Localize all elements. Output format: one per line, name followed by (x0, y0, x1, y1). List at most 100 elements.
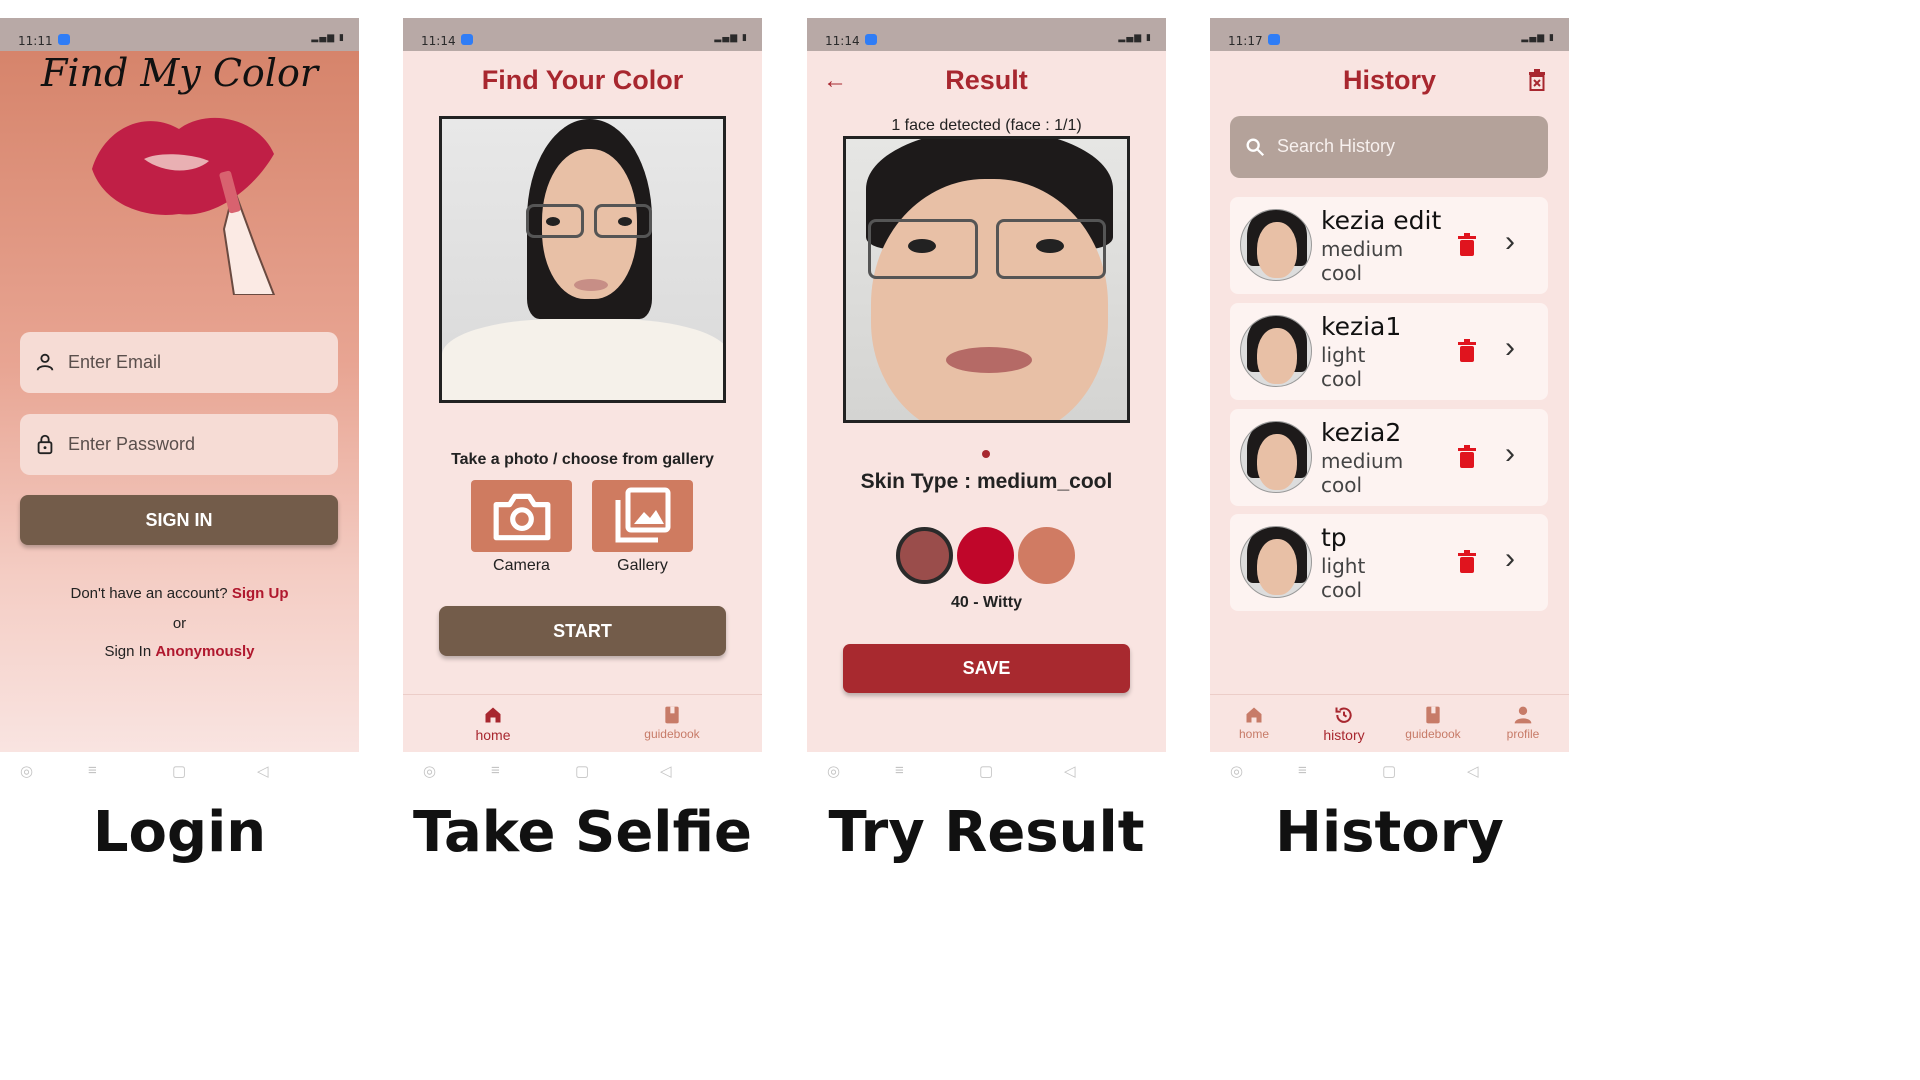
history-item-undertone: cool (1321, 367, 1363, 391)
camera-label: Camera (493, 557, 550, 574)
search-input[interactable]: Search History (1230, 116, 1548, 178)
avatar (1240, 421, 1312, 493)
home-square-icon[interactable]: ▢ (575, 762, 589, 780)
camera-button[interactable] (471, 480, 572, 552)
email-field[interactable]: Enter Email (20, 332, 338, 393)
status-time: 11:17 (1228, 34, 1263, 48)
page-title: History (1342, 65, 1437, 95)
chevron-right-icon[interactable]: › (1505, 437, 1515, 471)
result-photo (843, 136, 1130, 423)
nav-guidebook[interactable]: guidebook (641, 705, 703, 741)
start-button[interactable]: START (439, 606, 726, 656)
swatch-selected[interactable] (896, 527, 953, 584)
gallery-icon (615, 487, 671, 543)
nav-history-label: history (1323, 727, 1365, 743)
face-count-label: 1 face detected (face : 1/1) (891, 117, 1082, 134)
back-triangle-icon[interactable]: ◁ (1467, 762, 1479, 780)
assist-icon[interactable]: ◎ (1230, 762, 1243, 780)
home-square-icon[interactable]: ▢ (1382, 762, 1396, 780)
nav-profile[interactable]: profile (1500, 705, 1546, 741)
caption-selfie: Take Selfie (413, 800, 752, 865)
signal-icon: ▂▄▆ ▮ (1521, 33, 1555, 43)
page-title: Result (945, 65, 1028, 95)
search-placeholder: Search History (1277, 136, 1396, 156)
status-time: 11:14 (825, 34, 860, 48)
signal-icon: ▂▄▆ ▮ (714, 33, 748, 43)
nav-home[interactable]: home (1230, 705, 1278, 741)
clear-history-icon[interactable] (1527, 69, 1547, 91)
book-icon (1426, 706, 1440, 724)
password-field[interactable]: Enter Password (20, 414, 338, 475)
swatch[interactable] (1018, 527, 1075, 584)
login-screen: 11:11 ▂▄▆ ▮ Find My Color Enter Email En… (0, 18, 359, 752)
nav-home-label: home (1238, 727, 1270, 741)
nav-history[interactable]: history (1318, 705, 1370, 743)
history-item-name: kezia edit (1321, 206, 1442, 235)
signup-link[interactable]: Sign Up (232, 585, 289, 602)
system-nav-bar: ◎ ≡ ▢ ◁ (807, 758, 1166, 788)
swatch[interactable] (957, 527, 1014, 584)
save-button[interactable]: SAVE (843, 644, 1130, 693)
nav-home-label: home (475, 727, 511, 743)
history-item-undertone: cool (1321, 261, 1363, 285)
app-title: Find My Color (40, 51, 318, 95)
chevron-right-icon[interactable]: › (1505, 225, 1515, 259)
anonymous-link[interactable]: Anonymously (155, 643, 254, 660)
home-square-icon[interactable]: ▢ (172, 762, 186, 780)
menu-icon[interactable]: ≡ (491, 762, 500, 779)
nav-profile-label: profile (1506, 727, 1540, 741)
history-item-undertone: cool (1321, 473, 1363, 497)
home-square-icon[interactable]: ▢ (979, 762, 993, 780)
menu-icon[interactable]: ≡ (88, 762, 97, 779)
signin-prefix: Sign In (104, 643, 152, 660)
home-icon (485, 707, 501, 723)
selfie-screen: 11:14 ▂▄▆ ▮ Find Your Color Take a photo… (403, 18, 762, 752)
history-item[interactable]: kezia edit medium cool › (1230, 197, 1548, 294)
nav-home[interactable]: home (471, 705, 515, 743)
back-triangle-icon[interactable]: ◁ (1064, 762, 1076, 780)
menu-icon[interactable]: ≡ (895, 762, 904, 779)
gallery-button[interactable] (592, 480, 693, 552)
assist-icon[interactable]: ◎ (423, 762, 436, 780)
history-screen: 11:17 ▂▄▆ ▮ History Search History kezia… (1210, 18, 1569, 752)
delete-icon[interactable] (1457, 445, 1477, 469)
chevron-right-icon[interactable]: › (1505, 542, 1515, 576)
history-item-name: tp (1321, 523, 1347, 552)
back-triangle-icon[interactable]: ◁ (660, 762, 672, 780)
assist-icon[interactable]: ◎ (20, 762, 33, 780)
delete-icon[interactable] (1457, 339, 1477, 363)
signal-icon: ▂▄▆ ▮ (311, 33, 345, 43)
status-time: 11:14 (421, 34, 456, 48)
anonymous-prompt: Sign In Anonymously (0, 643, 359, 660)
delete-icon[interactable] (1457, 233, 1477, 257)
system-nav-bar: ◎ ≡ ▢ ◁ (0, 758, 359, 788)
history-item-tone: light (1321, 554, 1366, 578)
history-item[interactable]: kezia1 light cool › (1230, 303, 1548, 400)
notification-icon (58, 34, 70, 45)
lips-logo-icon (92, 117, 276, 295)
camera-icon (493, 493, 551, 541)
system-nav-bar: ◎ ≡ ▢ ◁ (1210, 758, 1569, 788)
history-icon (1335, 707, 1352, 723)
avatar (1240, 209, 1312, 281)
nav-guidebook[interactable]: guidebook (1402, 705, 1464, 741)
chevron-right-icon[interactable]: › (1505, 331, 1515, 365)
history-item[interactable]: kezia2 medium cool › (1230, 409, 1548, 506)
system-nav-bar: ◎ ≡ ▢ ◁ (403, 758, 762, 788)
page-title: Find Your Color (481, 65, 684, 95)
signin-button[interactable]: SIGN IN (20, 495, 338, 545)
caption-history: History (1275, 800, 1504, 865)
caption-result: Try Result (828, 800, 1145, 865)
history-item-tone: medium (1321, 449, 1404, 473)
delete-icon[interactable] (1457, 550, 1477, 574)
assist-icon[interactable]: ◎ (827, 762, 840, 780)
history-item[interactable]: tp light cool › (1230, 514, 1548, 611)
menu-icon[interactable]: ≡ (1298, 762, 1307, 779)
history-item-undertone: cool (1321, 578, 1363, 602)
status-bar: 11:14 ▂▄▆ ▮ (403, 18, 762, 51)
avatar (1240, 315, 1312, 387)
skin-type-label: Skin Type : medium_cool (860, 470, 1113, 493)
back-triangle-icon[interactable]: ◁ (257, 762, 269, 780)
status-bar: 11:14 ▂▄▆ ▮ (807, 18, 1166, 51)
or-text: or (172, 615, 187, 632)
